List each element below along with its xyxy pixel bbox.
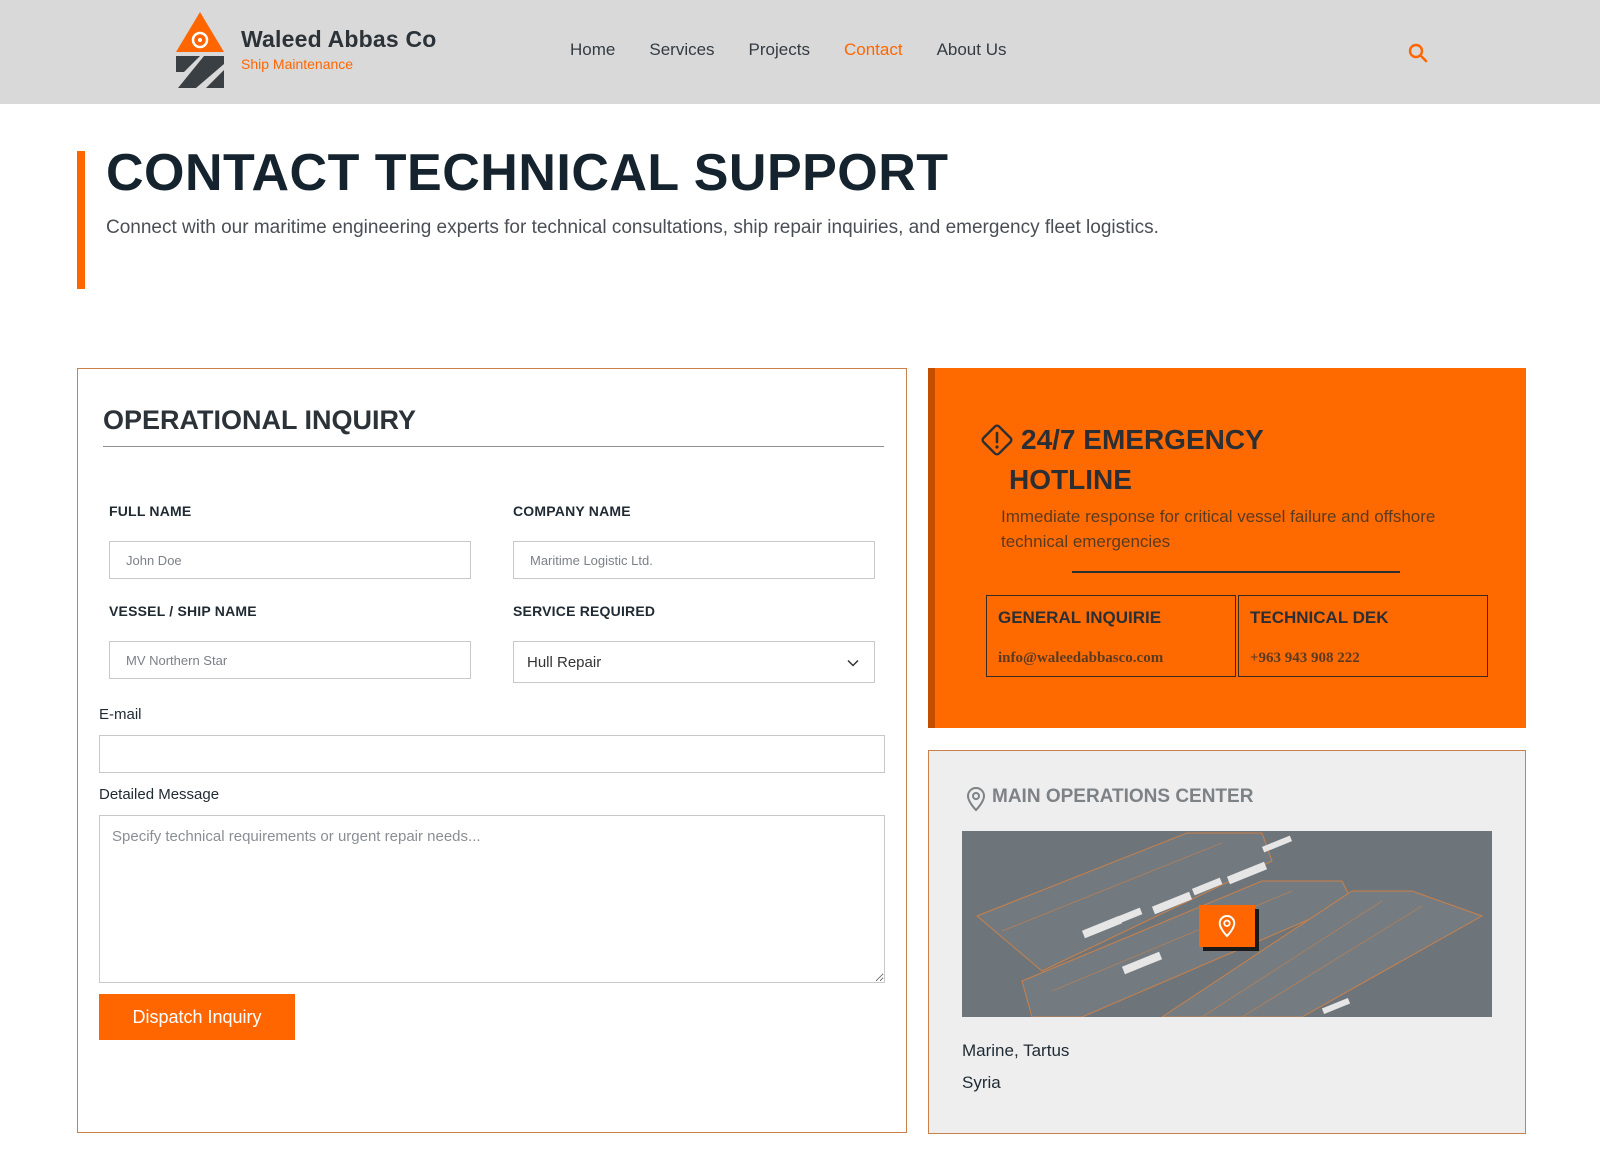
chevron-down-icon	[847, 659, 859, 667]
site-header: Waleed Abbas Co Ship Maintenance Home Se…	[0, 0, 1600, 104]
vessel-name-label: VESSEL / SHIP NAME	[109, 603, 257, 619]
emergency-hotline-card: 24/7 EMERGENCY HOTLINE Immediate respons…	[928, 368, 1526, 728]
emergency-title: 24/7 EMERGENCY HOTLINE	[1009, 420, 1321, 500]
main-nav: Home Services Projects Contact About Us	[570, 40, 1041, 60]
location-pin-icon	[966, 786, 986, 812]
title-accent-bar	[77, 151, 85, 289]
nav-home[interactable]: Home	[570, 40, 615, 60]
nav-about-us[interactable]: About Us	[937, 40, 1007, 60]
service-required-select[interactable]: Hull Repair	[513, 641, 875, 683]
brand-tagline: Ship Maintenance	[241, 56, 354, 72]
general-inquiry-heading: GENERAL INQUIRIE	[998, 608, 1162, 627]
nav-contact[interactable]: Contact	[844, 40, 903, 60]
address-line2: Syria	[962, 1073, 1001, 1092]
emergency-description: Immediate response for critical vessel f…	[1001, 507, 1436, 551]
message-textarea[interactable]	[99, 815, 885, 983]
form-title: OPERATIONAL INQUIRY	[103, 405, 417, 435]
dispatch-inquiry-button[interactable]: Dispatch Inquiry	[99, 994, 295, 1040]
message-label: Detailed Message	[99, 786, 220, 803]
vessel-name-input[interactable]	[109, 641, 471, 679]
brand-name: Waleed Abbas Co	[241, 26, 437, 52]
service-selected-value: Hull Repair	[527, 653, 602, 671]
general-inquiry-box: GENERAL INQUIRIE info@waleedabbasco.com	[986, 595, 1236, 677]
full-name-label: FULL NAME	[109, 503, 192, 519]
address-line1: Marine, Tartus	[962, 1041, 1070, 1060]
search-icon[interactable]	[1407, 42, 1429, 64]
company-name-label: COMPANY NAME	[513, 503, 631, 519]
technical-desk-heading: TECHNICAL DEK	[1250, 608, 1389, 627]
page-subtitle: Connect with our maritime engineering ex…	[106, 217, 1159, 238]
map-marker[interactable]	[1199, 905, 1255, 947]
nav-services[interactable]: Services	[649, 40, 714, 60]
emergency-divider	[1072, 571, 1400, 573]
emergency-title-line2: HOTLINE	[1009, 464, 1132, 495]
email-label: E-mail	[99, 706, 142, 723]
port-map[interactable]	[962, 831, 1492, 1017]
page-title: CONTACT TECHNICAL SUPPORT	[106, 144, 949, 202]
nav-projects[interactable]: Projects	[749, 40, 810, 60]
warning-diamond-icon	[981, 424, 1013, 456]
full-name-input[interactable]	[109, 541, 471, 579]
brand[interactable]: Waleed Abbas Co Ship Maintenance	[241, 26, 437, 72]
company-name-input[interactable]	[513, 541, 875, 579]
form-divider	[103, 446, 884, 447]
technical-desk-phone-link[interactable]: +963 943 908 222	[1250, 650, 1360, 667]
service-required-label: SERVICE REQUIRED	[513, 603, 656, 619]
technical-desk-box: TECHNICAL DEK +963 943 908 222	[1238, 595, 1488, 677]
gear-anchor-logo-icon[interactable]	[174, 12, 226, 88]
emergency-title-line1: 24/7 EMERGENCY	[1021, 424, 1264, 455]
operations-center-title: MAIN OPERATIONS CENTER	[992, 786, 1254, 807]
operational-inquiry-form: OPERATIONAL INQUIRY FULL NAME COMPANY NA…	[77, 368, 907, 1133]
email-input[interactable]	[99, 735, 885, 773]
map-pin-icon	[1218, 914, 1236, 938]
operations-center-card: MAIN OPERATIONS CENTER Marine, Tartus Sy…	[928, 750, 1526, 1134]
general-inquiry-email-link[interactable]: info@waleedabbasco.com	[998, 650, 1163, 667]
